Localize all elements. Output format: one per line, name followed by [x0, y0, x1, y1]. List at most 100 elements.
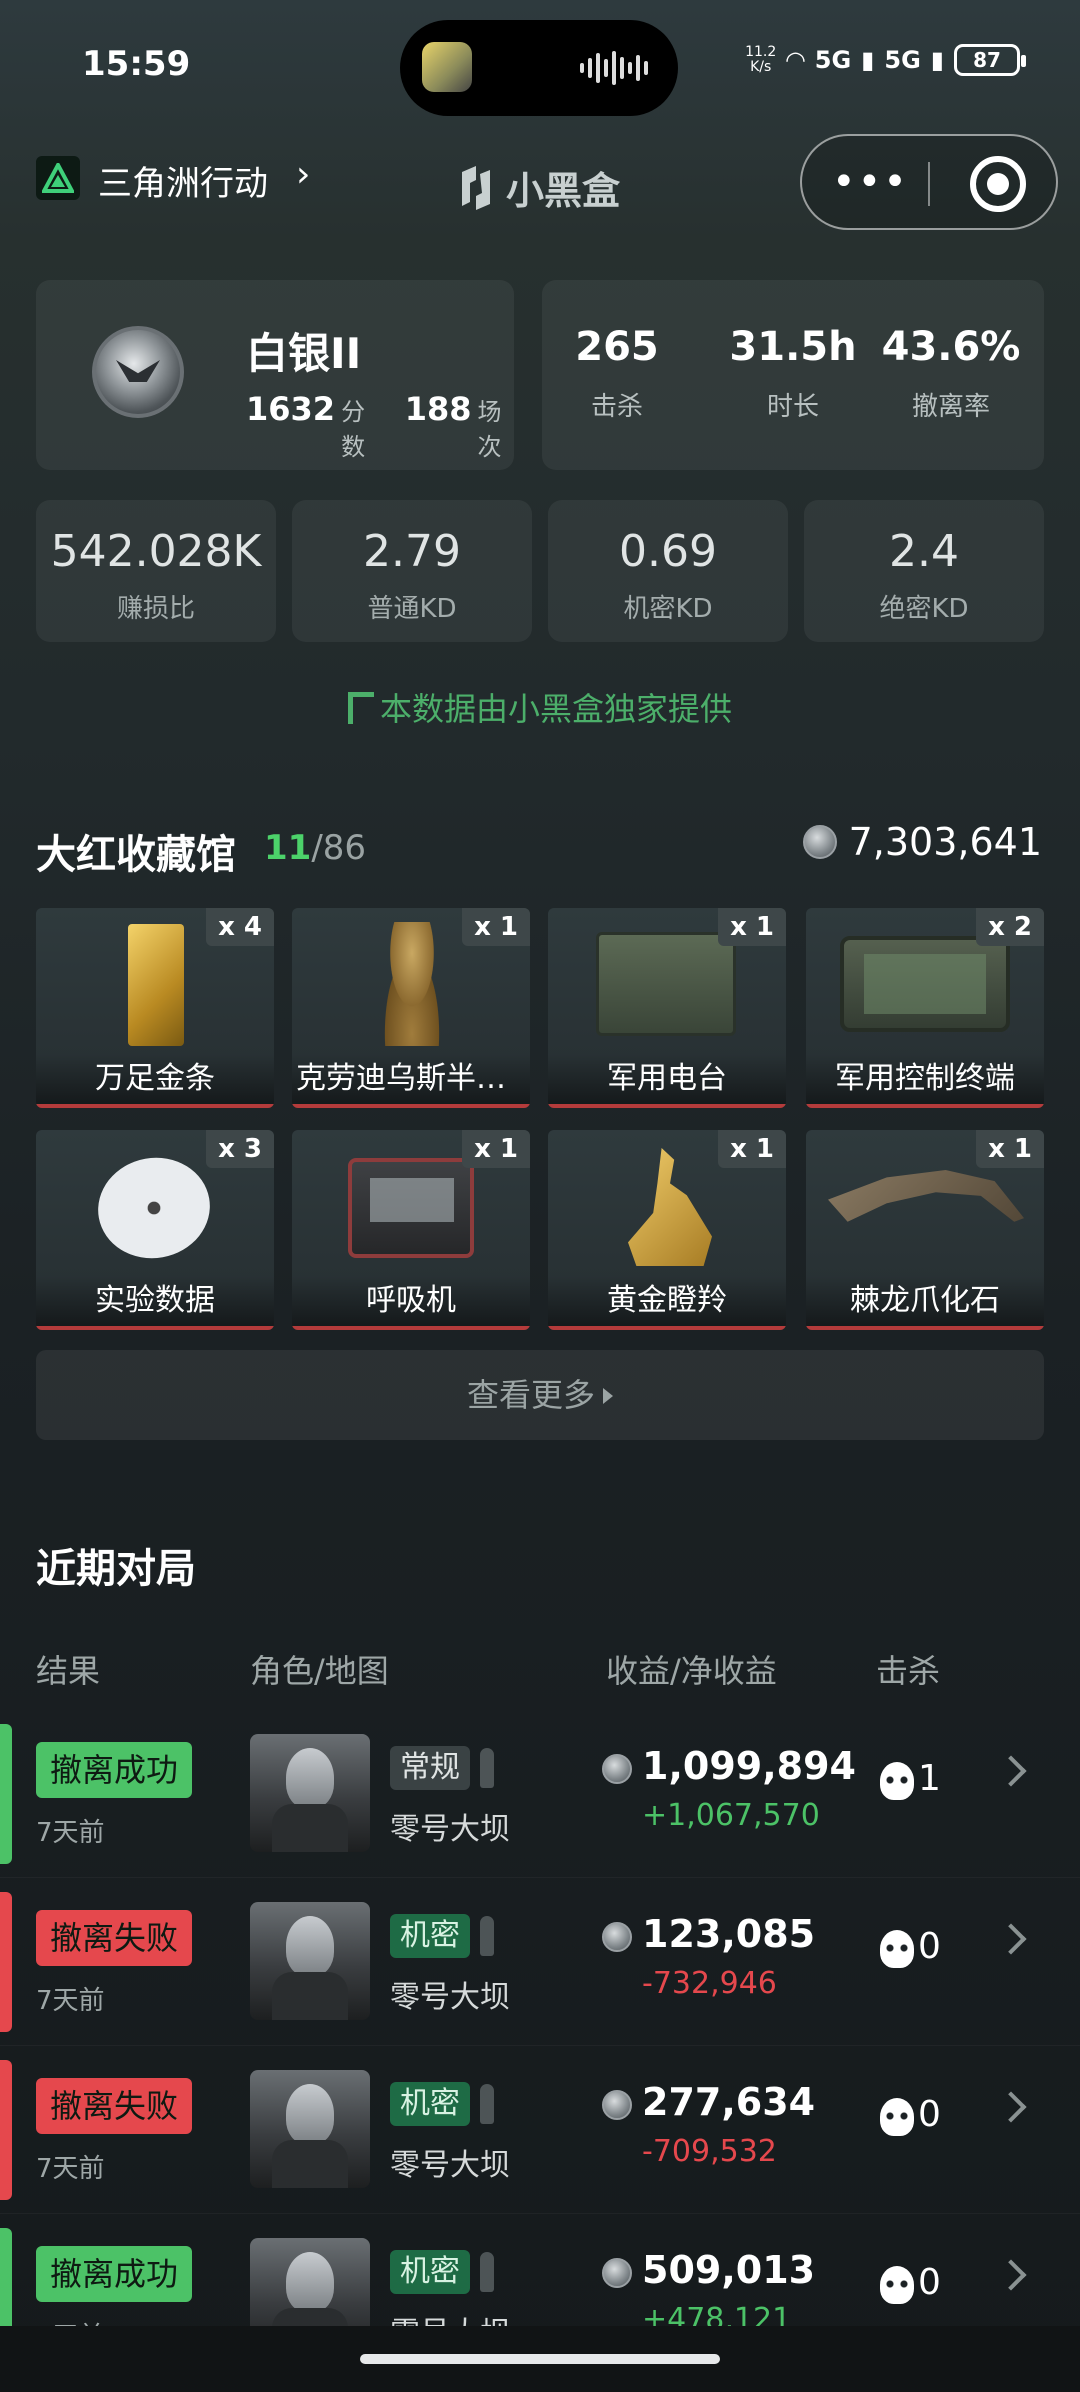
coin-icon — [802, 825, 837, 859]
gazelle-icon — [628, 1148, 712, 1266]
kd-secret: 0.69 机密KD — [548, 500, 788, 642]
rank-summary: 1632 分数 188 场次 — [246, 390, 514, 462]
skull-icon — [880, 2266, 914, 2304]
net-speed: 11.2 K/s — [745, 44, 777, 75]
chevron-right-icon[interactable] — [995, 2091, 1027, 2123]
coin-icon — [602, 1754, 632, 1784]
matches-label: 场次 — [477, 398, 502, 461]
system-icons: 11.2 K/s ◠ 5G ▮ 5G ▮ 87 — [745, 44, 1026, 76]
net-income: -709,532 — [642, 2134, 777, 2169]
gross-income: 277,634 — [642, 2080, 816, 2124]
signal-bars-icon: ▮ — [861, 46, 875, 74]
map-name: 零号大坝 — [390, 1980, 510, 2015]
score-label: 分数 — [341, 398, 366, 461]
chevron-right-icon[interactable] — [995, 2259, 1027, 2291]
collection-item-gazelle[interactable]: x 1 黄金瞪羚 — [548, 1130, 786, 1330]
matches-value: 188 — [404, 390, 472, 428]
brand-name: 小黑盒 — [506, 169, 621, 213]
disc-icon — [90, 1149, 218, 1267]
heybox-logo-icon — [462, 165, 490, 210]
claw-fossil-icon — [828, 1170, 1024, 1222]
capsule-divider — [928, 162, 930, 206]
chevron-right-icon[interactable] — [995, 1923, 1027, 1955]
triangle-right-icon — [603, 1388, 613, 1404]
collection-title: 大红收藏馆 — [36, 832, 236, 878]
result-bar — [0, 2060, 12, 2200]
kill-count: 0 — [918, 1926, 941, 1967]
brand-logo: 小黑盒 — [456, 160, 620, 215]
collection-item-gold-bar[interactable]: x 4 万足金条 — [36, 908, 274, 1108]
rank-name: 白银II — [246, 329, 362, 378]
col-role-map: 角色/地图 — [250, 1652, 389, 1690]
mode-badge: 机密 — [390, 1914, 470, 1958]
skull-icon — [880, 1930, 914, 1968]
view-more-button[interactable]: 查看更多 — [36, 1350, 1044, 1440]
collection-count: 11/86 — [264, 828, 367, 868]
map-name: 零号大坝 — [390, 2148, 510, 2183]
match-time: 7天前 — [36, 1818, 105, 1848]
stats-card: 265 击杀 31.5h 时长 43.6% 撤离率 — [542, 280, 1044, 470]
collection-value: 7,303,641 — [802, 820, 1042, 864]
kd-top-secret: 2.4 绝密KD — [804, 500, 1044, 642]
home-indicator[interactable] — [360, 2354, 720, 2364]
game-name[interactable]: 三角洲行动 — [98, 156, 268, 205]
person-icon — [480, 2084, 494, 2124]
stat-kills: 265 击杀 — [575, 324, 659, 422]
collection-item-terminal[interactable]: x 2 军用控制终端 — [806, 908, 1044, 1108]
score-value: 1632 — [246, 390, 336, 428]
collection-item-claw-fossil[interactable]: x 1 棘龙爪化石 — [806, 1130, 1044, 1330]
ventilator-icon — [348, 1158, 474, 1258]
collection-item-radio[interactable]: x 1 军用电台 — [548, 908, 786, 1108]
result-badge: 撤离失败 — [36, 1910, 193, 1966]
operator-avatar — [250, 1734, 370, 1852]
game-logo-icon[interactable] — [36, 156, 80, 200]
close-miniprogram-icon[interactable] — [970, 156, 1026, 212]
coin-icon — [602, 1922, 632, 1952]
mode-badge: 机密 — [390, 2250, 470, 2294]
mini-program-capsule: ••• — [800, 134, 1058, 230]
kd-normal: 2.79 普通KD — [292, 500, 532, 642]
bust-icon — [374, 922, 450, 1046]
match-row[interactable]: 撤离失败 7天前 机密 零号大坝 277,634 -709,532 0 — [0, 2046, 1080, 2214]
dynamic-island[interactable] — [400, 20, 678, 116]
collection-item-bust[interactable]: x 1 克劳迪乌斯半身像 — [292, 908, 530, 1108]
skull-icon — [880, 1762, 914, 1800]
collection-item-ventilator[interactable]: x 1 呼吸机 — [292, 1130, 530, 1330]
gross-income: 123,085 — [642, 1912, 816, 1956]
status-bar: 15:59 11.2 K/s ◠ 5G ▮ 5G ▮ 87 — [0, 0, 1080, 150]
data-provider-note: 本数据由小黑盒独家提供 — [0, 684, 1080, 730]
status-time: 15:59 — [82, 44, 191, 84]
more-options-icon[interactable]: ••• — [832, 162, 909, 202]
stat-duration: 31.5h 时长 — [729, 324, 857, 422]
collection-item-data-disc[interactable]: x 3 实验数据 — [36, 1130, 274, 1330]
map-name: 零号大坝 — [390, 1812, 510, 1847]
skull-icon — [880, 2098, 914, 2136]
coin-icon — [602, 2258, 632, 2288]
rank-card: 白银II 1632 分数 188 场次 — [36, 280, 514, 470]
radio-icon — [596, 932, 736, 1036]
match-time: 7天前 — [36, 1986, 105, 2016]
chevron-right-icon[interactable]: › — [296, 154, 310, 195]
chevron-right-icon[interactable] — [995, 1755, 1027, 1787]
result-badge: 撤离成功 — [36, 2246, 193, 2302]
wifi-icon: ◠ — [786, 46, 805, 74]
match-row[interactable]: 撤离成功 7天前 常规 零号大坝 1,099,894 +1,067,570 1 — [0, 1710, 1080, 1878]
result-bar — [0, 1724, 12, 1864]
col-profit: 收益/净收益 — [606, 1652, 777, 1690]
col-kills: 击杀 — [876, 1652, 941, 1690]
mode-badge: 常规 — [390, 1746, 470, 1790]
signal-5g-1: 5G — [814, 46, 852, 74]
recent-matches-title: 近期对局 — [36, 1546, 196, 1592]
match-row[interactable]: 撤离失败 7天前 机密 零号大坝 123,085 -732,946 0 — [0, 1878, 1080, 2046]
music-app-icon — [422, 42, 472, 92]
gross-income: 1,099,894 — [642, 1744, 856, 1788]
stat-extract-rate: 43.6% 撤离率 — [881, 324, 1021, 422]
signal-5g-2: 5G — [884, 46, 921, 74]
terminal-icon — [840, 936, 1010, 1032]
operator-avatar — [250, 2070, 370, 2188]
match-time: 7天前 — [36, 2154, 105, 2184]
person-icon — [480, 2252, 494, 2292]
kill-count: 0 — [918, 2094, 941, 2135]
mode-badge: 机密 — [390, 2082, 470, 2126]
operator-avatar — [250, 1902, 370, 2020]
